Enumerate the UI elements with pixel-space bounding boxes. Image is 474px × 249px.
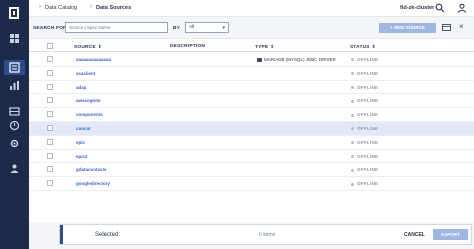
status-dot-icon xyxy=(351,182,354,186)
row-checkbox[interactable] xyxy=(47,166,53,173)
column-header-type[interactable]: TYPE ⇕ xyxy=(255,44,274,50)
top-bar: › Data Catalog › Data Sources fid-zk-clu… xyxy=(29,0,474,17)
chart-icon[interactable] xyxy=(9,80,20,91)
table-row[interactable]: epic2 OFFLINE xyxy=(29,150,474,164)
column-header-source[interactable]: SOURCE ⇕ xyxy=(74,44,102,50)
filter-bar: SEARCH FOR BY All ▾ + NEW SOURCE × xyxy=(29,17,474,39)
breadcrumb-data-catalog[interactable]: Data Catalog xyxy=(45,5,77,11)
data-catalog-icon[interactable] xyxy=(9,62,20,73)
column-header-description: DESCRIPTION xyxy=(170,44,205,49)
chevron-right-icon: › xyxy=(39,4,41,10)
status-dot-icon xyxy=(351,58,354,62)
breadcrumb-data-sources: Data Sources xyxy=(96,5,132,11)
status-badge: OFFLINE xyxy=(351,181,378,186)
row-checkbox[interactable] xyxy=(47,152,53,159)
source-type: MARIADB (MYSQL) JDBC DRIVER xyxy=(257,57,336,62)
cluster-name[interactable]: fid-zk-cluster xyxy=(400,5,434,11)
row-checkbox[interactable] xyxy=(47,125,53,131)
search-by-value: All xyxy=(189,25,195,30)
security-icon[interactable] xyxy=(9,120,20,131)
selected-label: Selected: xyxy=(95,232,121,238)
export-button[interactable]: EXPORT xyxy=(433,229,468,240)
status-badge: OFFLINE xyxy=(351,85,378,90)
new-source-button[interactable]: + NEW SOURCE xyxy=(379,23,436,33)
search-for-label: SEARCH FOR xyxy=(33,26,67,31)
close-icon[interactable]: × xyxy=(459,22,464,32)
status-dot-icon xyxy=(351,85,354,89)
app-logo-icon[interactable] xyxy=(9,7,19,19)
status-dot-icon xyxy=(351,99,354,103)
table-row[interactable]: aaaaaaaaaaaaaa MARIADB (MYSQL) JDBC DRIV… xyxy=(29,53,474,67)
table-row[interactable]: adap OFFLINE xyxy=(29,81,474,95)
source-link[interactable]: epic2 xyxy=(76,154,88,159)
source-link[interactable]: epic xyxy=(76,140,85,145)
database-icon[interactable] xyxy=(9,106,20,117)
table-row[interactable]: concur OFFLINE xyxy=(29,122,474,136)
source-link[interactable]: acaclient xyxy=(76,71,95,76)
table-row[interactable]: googledirectory OFFLINE xyxy=(29,177,474,191)
source-link[interactable]: gdatacontacts xyxy=(76,167,107,172)
status-badge: OFFLINE xyxy=(351,98,378,103)
source-link[interactable]: googledirectory xyxy=(76,181,110,186)
settings-icon[interactable] xyxy=(9,138,20,149)
user-profile-icon[interactable] xyxy=(9,163,20,174)
search-by-select[interactable]: All ▾ xyxy=(185,22,229,33)
row-checkbox[interactable] xyxy=(47,97,53,104)
select-all-checkbox[interactable] xyxy=(47,43,53,49)
selection-panel: Selected: 0 items CANCEL EXPORT xyxy=(59,224,472,245)
selection-footer: Selected: 0 items CANCEL EXPORT xyxy=(29,222,474,249)
status-dot-icon xyxy=(351,72,354,76)
source-link[interactable]: components xyxy=(76,112,103,117)
search-icon[interactable] xyxy=(435,3,445,13)
status-dot-icon xyxy=(351,113,354,117)
status-badge: OFFLINE xyxy=(351,154,378,159)
table-row[interactable]: gdatacontacts OFFLINE xyxy=(29,163,474,178)
chevron-right-icon: › xyxy=(90,4,92,10)
row-checkbox[interactable] xyxy=(47,83,53,90)
table-row[interactable]: awscognito OFFLINE xyxy=(29,94,474,109)
cancel-button[interactable]: CANCEL xyxy=(404,232,425,238)
by-label: BY xyxy=(173,26,181,31)
row-checkbox[interactable] xyxy=(47,138,53,145)
sort-icon: ⇕ xyxy=(371,44,376,49)
row-checkbox[interactable] xyxy=(47,111,53,118)
status-badge: OFFLINE xyxy=(351,126,378,131)
status-badge: OFFLINE xyxy=(351,112,378,117)
table-row[interactable]: components OFFLINE xyxy=(29,108,474,122)
table-row[interactable]: acaclient OFFLINE xyxy=(29,67,474,81)
view-toggle-icon[interactable] xyxy=(442,23,451,32)
table-header: SOURCE ⇕ DESCRIPTION TYPE ⇕ STATUS ⇕ xyxy=(29,40,474,52)
status-badge: OFFLINE xyxy=(351,57,378,62)
source-link[interactable]: concur xyxy=(76,126,91,131)
status-badge: OFFLINE xyxy=(351,140,378,145)
search-input[interactable] xyxy=(65,22,168,33)
status-dot-icon xyxy=(351,127,354,131)
source-link[interactable]: awscognito xyxy=(76,98,101,103)
status-dot-icon xyxy=(351,141,354,145)
sort-icon: ⇕ xyxy=(97,44,102,49)
side-nav-rail xyxy=(0,0,29,249)
chevron-down-icon: ▾ xyxy=(222,25,225,31)
table-row[interactable]: epic OFFLINE xyxy=(29,136,474,150)
source-link[interactable]: aaaaaaaaaaaaaa xyxy=(76,57,111,62)
row-checkbox[interactable] xyxy=(47,180,53,187)
sort-icon: ⇕ xyxy=(270,44,275,49)
status-badge: OFFLINE xyxy=(351,167,378,172)
status-badge: OFFLINE xyxy=(351,71,378,76)
dashboard-icon[interactable] xyxy=(9,33,20,44)
selection-accent-bar xyxy=(60,225,63,244)
status-dot-icon xyxy=(351,168,354,172)
status-dot-icon xyxy=(351,154,354,158)
row-checkbox[interactable] xyxy=(47,56,53,62)
selected-count: 0 items xyxy=(259,232,276,238)
row-checkbox[interactable] xyxy=(47,69,53,76)
column-header-status[interactable]: STATUS ⇕ xyxy=(350,44,376,50)
source-link[interactable]: adap xyxy=(76,85,87,90)
user-account-icon[interactable] xyxy=(457,3,467,13)
database-driver-icon xyxy=(257,57,262,62)
